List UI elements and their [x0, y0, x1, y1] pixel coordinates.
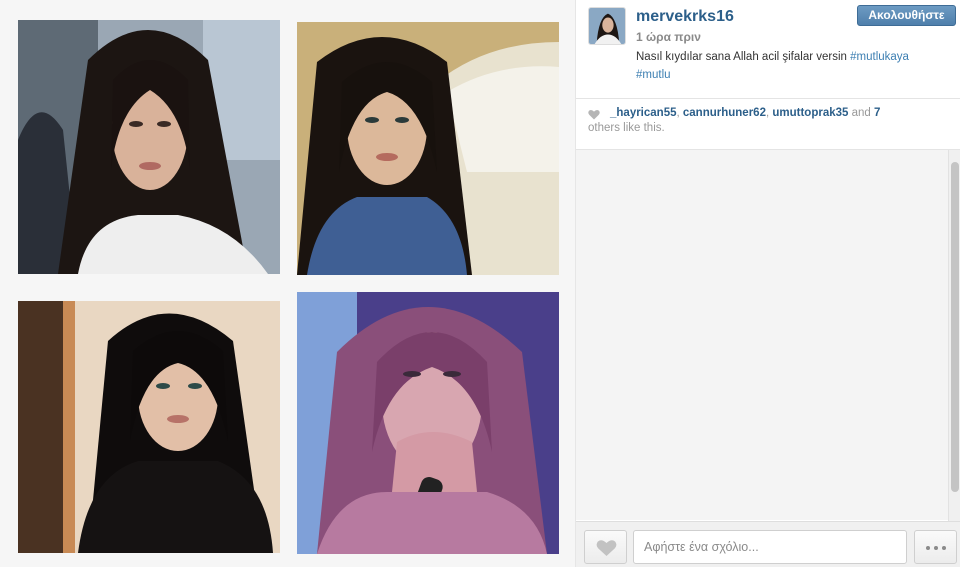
hashtag-link[interactable]: #mutlukaya	[850, 51, 909, 63]
avatar[interactable]	[588, 7, 626, 45]
post-header: mervekrks16 1 ώρα πριν Ακολουθήστε Nasıl…	[576, 0, 960, 98]
post-timestamp[interactable]: 1 ώρα πριν	[636, 30, 701, 44]
comment-bar	[576, 521, 960, 567]
likes-text: _hayrican55, cannurhuner62, umuttoprak35…	[610, 107, 881, 119]
ellipsis-icon	[934, 546, 938, 550]
liker-link[interactable]: cannurhuner62	[683, 107, 766, 119]
caption-text: Nasıl kıydılar sana Allah acil şifalar v…	[636, 51, 851, 63]
liker-link[interactable]: _hayrican55	[610, 107, 677, 119]
likes-and-label: and	[848, 107, 874, 119]
divider	[576, 98, 960, 99]
post-caption: Nasıl kıydılar sana Allah acil şifalar v…	[636, 48, 954, 84]
comments-scrollbar[interactable]	[948, 150, 960, 522]
collage-photo-top-left	[18, 20, 280, 274]
comments-list	[576, 150, 960, 520]
heart-icon	[596, 540, 617, 556]
collage-photo-top-right	[297, 22, 559, 275]
collage-photo-bottom-left	[18, 301, 280, 553]
likes-suffix: others like this.	[588, 122, 665, 134]
ellipsis-icon	[926, 546, 930, 550]
heart-icon	[588, 109, 600, 120]
likes-summary: _hayrican55, cannurhuner62, umuttoprak35…	[588, 106, 954, 136]
username-link[interactable]: mervekrks16	[636, 8, 734, 26]
likes-count-link[interactable]: 7	[874, 107, 880, 119]
collage-photo-bottom-right	[297, 292, 559, 554]
more-options-button[interactable]	[914, 530, 957, 564]
liker-link[interactable]: umuttoprak35	[772, 107, 848, 119]
like-button[interactable]	[584, 530, 627, 564]
comment-input[interactable]	[633, 530, 907, 564]
scrollbar-thumb[interactable]	[951, 162, 959, 492]
follow-button[interactable]: Ακολουθήστε	[857, 5, 956, 26]
hashtag-link[interactable]: #mutlu	[636, 69, 671, 81]
post-media-collage	[0, 0, 575, 567]
post-detail-panel: mervekrks16 1 ώρα πριν Ακολουθήστε Nasıl…	[575, 0, 960, 567]
ellipsis-icon	[942, 546, 946, 550]
